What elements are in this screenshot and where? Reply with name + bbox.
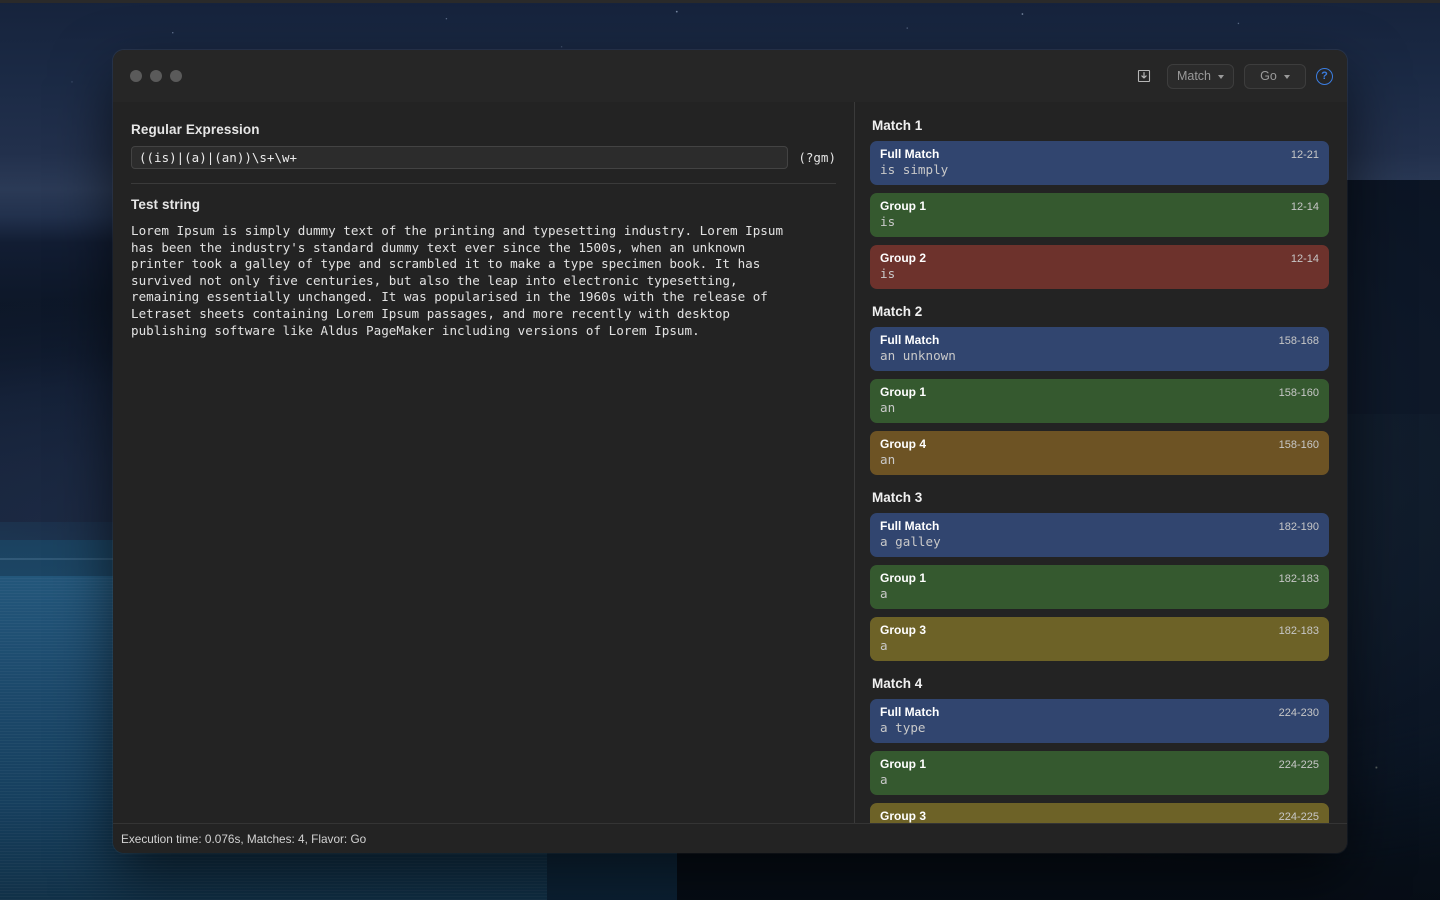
main-content: Regular Expression (?gm) Test string Lor…: [113, 102, 1347, 823]
match-group: Match 1 Full Match 12-21 is simply Group 1 12…: [870, 118, 1329, 289]
match-card-header: Group 1 12-14: [880, 199, 1319, 213]
match-group: Match 2 Full Match 158-168 an unknown Group …: [870, 304, 1329, 475]
match-card-label: Group 1: [880, 199, 927, 213]
match-card-header: Group 3 182-183: [880, 623, 1319, 637]
match-card-header: Group 2 12-14: [880, 251, 1319, 265]
help-button[interactable]: ?: [1316, 67, 1333, 85]
editor-divider: [131, 183, 836, 184]
match-card-value: an: [880, 452, 896, 467]
toolbar-actions: Match Go ?: [1131, 63, 1333, 89]
match-card-header: Full Match 158-168: [880, 333, 1319, 347]
match-card-range: 224-230: [1278, 707, 1319, 719]
match-card-label: Group 1: [880, 571, 927, 585]
chevron-down-icon: [1283, 74, 1290, 79]
regex-input[interactable]: [131, 146, 789, 169]
download-icon: [1137, 69, 1151, 83]
regex-flags: (?gm): [798, 150, 836, 165]
match-card-value: an: [880, 400, 896, 415]
export-button[interactable]: [1131, 63, 1157, 89]
match-card-header: Group 4 158-160: [880, 437, 1319, 451]
match-card[interactable]: Full Match 12-21 is simply: [870, 141, 1329, 185]
match-card[interactable]: Group 1 182-183 a: [870, 565, 1329, 609]
match-mode-dropdown[interactable]: Match: [1166, 63, 1234, 89]
regex-row: (?gm): [131, 146, 836, 169]
match-card[interactable]: Full Match 224-230 a type: [870, 699, 1329, 743]
chevron-down-icon: [1218, 74, 1224, 79]
app-window: Match Go ? Regular Expression (?gm) Test…: [113, 50, 1347, 853]
match-card-label: Full Match: [880, 705, 940, 719]
match-card-header: Full Match 182-190: [880, 519, 1319, 533]
match-card[interactable]: Group 4 158-160 an: [870, 431, 1329, 475]
match-group-title: Match 1: [872, 118, 923, 133]
match-card-value: is: [880, 214, 896, 229]
match-card-label: Group 1: [880, 385, 927, 399]
match-card-range: 224-225: [1278, 759, 1319, 771]
match-group: Match 4 Full Match 224-230 a type Group 1 224…: [870, 676, 1329, 823]
match-card[interactable]: Full Match 182-190 a galley: [870, 513, 1329, 557]
test-string-label: Test string: [131, 197, 201, 212]
match-card-label: Group 2: [880, 251, 927, 265]
match-card-header: Group 1 182-183: [880, 571, 1319, 585]
test-string-input[interactable]: Lorem Ipsum is simply dummy text of the …: [131, 223, 831, 339]
match-card-header: Group 1 158-160: [880, 385, 1319, 399]
match-card[interactable]: Group 3 182-183 a: [870, 617, 1329, 661]
match-card-value: a galley: [880, 534, 941, 549]
match-card-value: a: [880, 586, 888, 601]
close-button[interactable]: [130, 70, 142, 82]
match-card-range: 12-14: [1290, 253, 1319, 265]
match-card-range: 12-21: [1290, 149, 1319, 161]
match-card-value: an unknown: [880, 348, 956, 363]
match-mode-label: Match: [1176, 69, 1211, 83]
match-card[interactable]: Full Match 158-168 an unknown: [870, 327, 1329, 371]
match-card-header: Full Match 12-21: [880, 147, 1319, 161]
zoom-button[interactable]: [170, 70, 182, 82]
regex-label: Regular Expression: [131, 122, 260, 137]
match-card-header: Full Match 224-230: [880, 705, 1319, 719]
flavor-dropdown[interactable]: Go: [1244, 63, 1306, 89]
match-card-header: Group 1 224-225: [880, 757, 1319, 771]
match-card-range: 158-160: [1278, 387, 1319, 399]
title-bar: Match Go ?: [113, 50, 1347, 102]
match-card[interactable]: Group 3224-225a: [870, 803, 1329, 823]
match-card-value: is: [880, 266, 896, 281]
minimize-button[interactable]: [150, 70, 162, 82]
match-group: Match 3 Full Match 182-190 a galley Group 1 1…: [870, 490, 1329, 661]
match-card-range: 182-190: [1278, 521, 1319, 533]
match-card-value: is simply: [880, 162, 949, 177]
match-card-range: 12-14: [1290, 201, 1319, 213]
match-card-range: 224-225: [1278, 811, 1319, 823]
editor-pane: Regular Expression (?gm) Test string Lor…: [113, 102, 855, 823]
match-group-title: Match 2: [872, 304, 923, 319]
match-card-value: a: [880, 638, 888, 653]
match-card-label: Full Match: [880, 333, 940, 347]
match-card[interactable]: Group 1 12-14 is: [870, 193, 1329, 237]
match-card-value: a: [880, 772, 888, 787]
flavor-label: Go: [1260, 69, 1277, 83]
match-card-label: Full Match: [880, 147, 940, 161]
match-card-label: Group 4: [880, 437, 927, 451]
results-pane[interactable]: Match 1 Full Match 12-21 is simply Group 1 12…: [855, 102, 1347, 823]
traffic-lights: [130, 70, 182, 82]
match-card-label: Group 1: [880, 757, 927, 771]
match-card-header: Group 3 224-225: [880, 809, 1319, 823]
menu-bar-edge: [0, 0, 1440, 3]
match-card[interactable]: Group 1 224-225 a: [870, 751, 1329, 795]
match-card-range: 182-183: [1278, 573, 1319, 585]
results-list: Match 1 Full Match 12-21 is simply Group 1 12…: [870, 118, 1329, 823]
status-text: Execution time: 0.076s, Matches: 4, Flav…: [121, 831, 367, 846]
match-card-label: Full Match: [880, 519, 940, 533]
match-card[interactable]: Group 1 158-160 an: [870, 379, 1329, 423]
status-bar: Execution time: 0.076s, Matches: 4, Flav…: [113, 823, 1347, 853]
match-card-range: 158-160: [1278, 439, 1319, 451]
match-card-range: 158-168: [1278, 335, 1319, 347]
match-group-title: Match 4: [872, 676, 923, 691]
match-card[interactable]: Group 2 12-14 is: [870, 245, 1329, 289]
match-group-title: Match 3: [872, 490, 923, 505]
match-card-value: a type: [880, 720, 926, 735]
match-card-label: Group 3: [880, 623, 927, 637]
match-card-range: 182-183: [1278, 625, 1319, 637]
match-card-label: Group 3: [880, 809, 927, 823]
